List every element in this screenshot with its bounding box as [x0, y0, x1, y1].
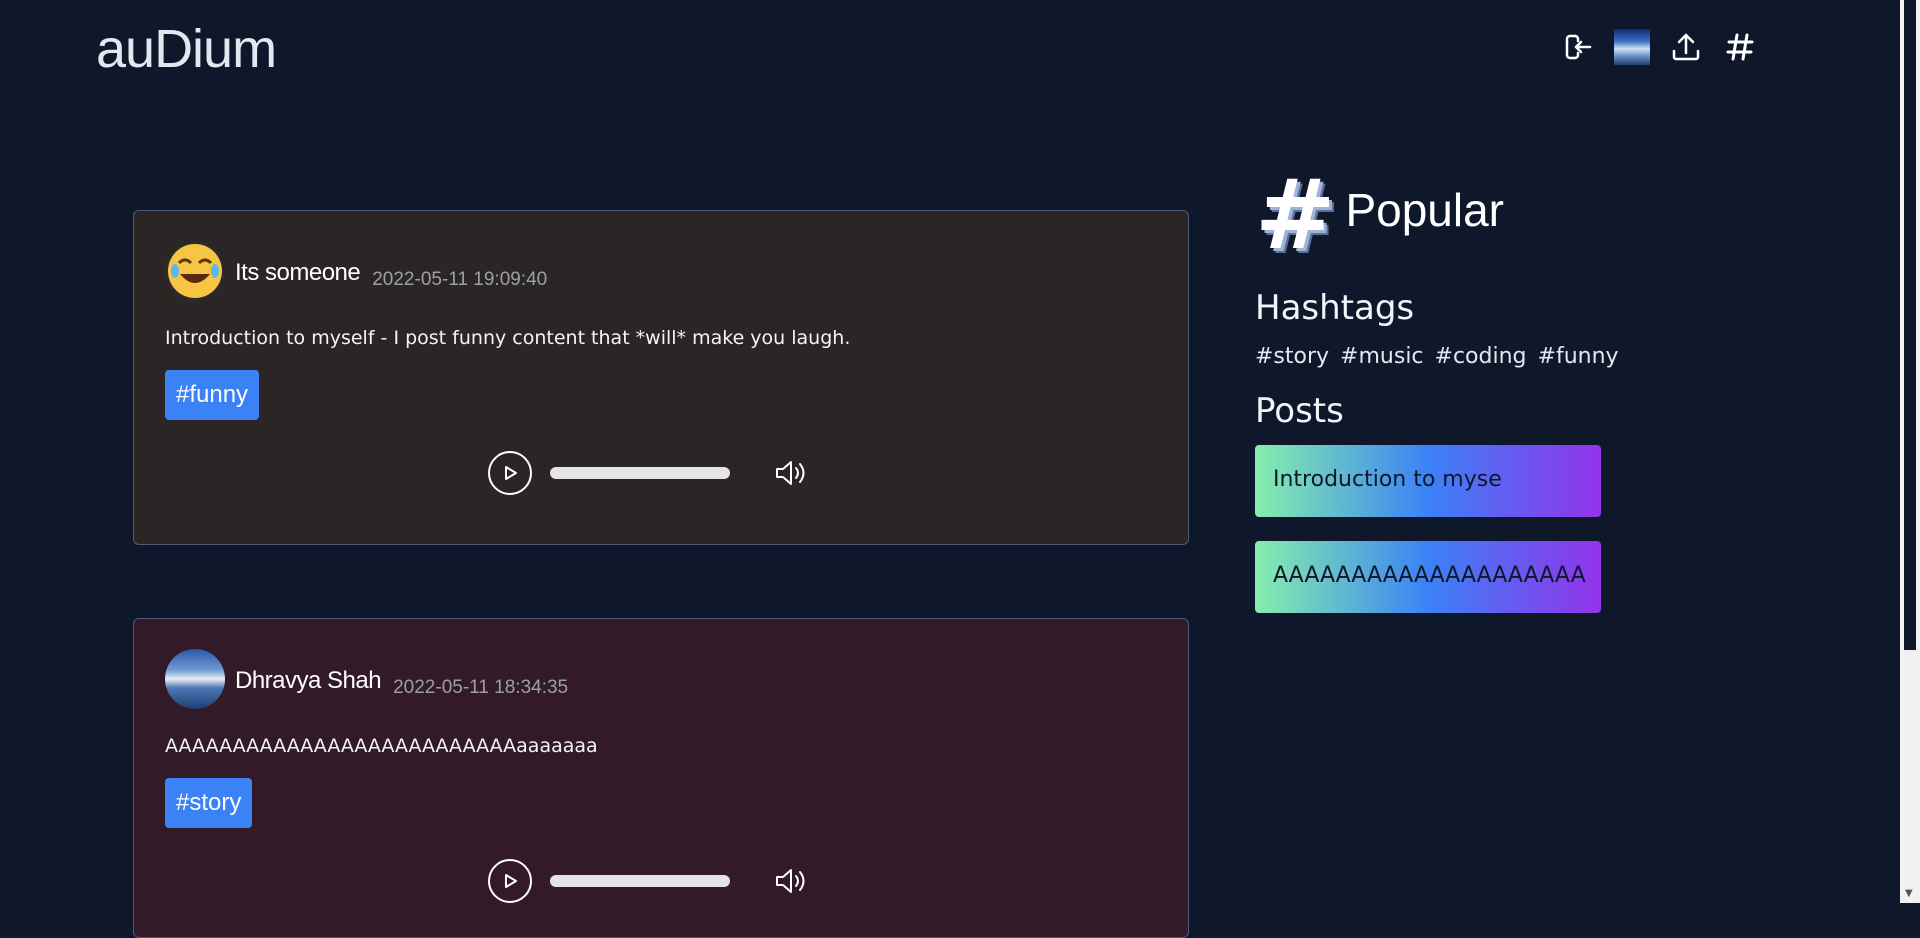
popular-post-item[interactable]: Introduction to myse: [1255, 445, 1601, 517]
post-timestamp: 2022-05-11 18:34:35: [393, 677, 569, 698]
hashtag-link[interactable]: #funny: [1538, 344, 1619, 369]
post-timestamp: 2022-05-11 19:09:40: [372, 269, 548, 290]
volume-icon[interactable]: [774, 865, 808, 897]
play-button[interactable]: [488, 859, 532, 903]
post-tag-button[interactable]: #story: [165, 778, 253, 828]
post-tag-button[interactable]: #funny: [165, 370, 260, 420]
profile-avatar[interactable]: [1614, 28, 1650, 66]
popular-post-item[interactable]: AAAAAAAAAAAAAAAAAAAA: [1255, 541, 1601, 613]
hashtag-link[interactable]: #coding: [1435, 344, 1527, 369]
hashtags-heading: Hashtags: [1255, 288, 1415, 328]
lake-landscape-avatar: [165, 649, 225, 709]
avatar-image: [1614, 29, 1650, 65]
audio-player: [488, 451, 808, 495]
volume-icon[interactable]: [774, 457, 808, 489]
scrollbar-thumb[interactable]: [1904, 0, 1916, 650]
popular-title: Popular: [1345, 184, 1504, 236]
post-header: Dhravya Shah 2022-05-11 18:34:35: [165, 649, 1157, 709]
hashtag-link[interactable]: #music: [1340, 344, 1423, 369]
post-body: Introduction to myself - I post funny co…: [165, 327, 851, 349]
post-header: Its someone 2022-05-11 19:09:40: [165, 241, 1157, 301]
crying-laughing-emoji-icon: [165, 241, 225, 301]
post-author[interactable]: Dhravya Shah: [235, 667, 382, 695]
posts-heading: Posts: [1255, 391, 1344, 431]
top-header: auDium: [0, 0, 1900, 100]
popular-heading: # Popular: [1255, 159, 1655, 271]
post-author[interactable]: Its someone: [235, 259, 361, 287]
hashtag-icon[interactable]: [1722, 28, 1758, 66]
hashtag-3d-icon: #: [1255, 159, 1336, 271]
scroll-down-arrow-icon[interactable]: ▼: [1905, 888, 1913, 899]
page-scrollbar[interactable]: ▼: [1900, 0, 1920, 903]
audio-progress-track[interactable]: [550, 467, 730, 479]
hashtag-list: #story #music #coding #funny: [1255, 344, 1655, 369]
post-body: AAAAAAAAAAAAAAAAAAAAAAAAAAaaaaaaa: [165, 735, 598, 757]
audio-progress-track[interactable]: [550, 875, 730, 887]
post-card: Its someone 2022-05-11 19:09:40 Introduc…: [133, 210, 1189, 545]
hashtag-link[interactable]: #story: [1255, 344, 1329, 369]
post-card: Dhravya Shah 2022-05-11 18:34:35 AAAAAAA…: [133, 618, 1189, 938]
play-button[interactable]: [488, 451, 532, 495]
app-logo[interactable]: auDium: [96, 18, 277, 80]
logout-icon[interactable]: [1560, 28, 1596, 66]
upload-icon[interactable]: [1668, 28, 1704, 66]
audio-player: [488, 859, 808, 903]
top-nav: [1560, 28, 1758, 66]
popular-sidebar: # Popular Hashtags #story #music #coding…: [1255, 159, 1655, 613]
